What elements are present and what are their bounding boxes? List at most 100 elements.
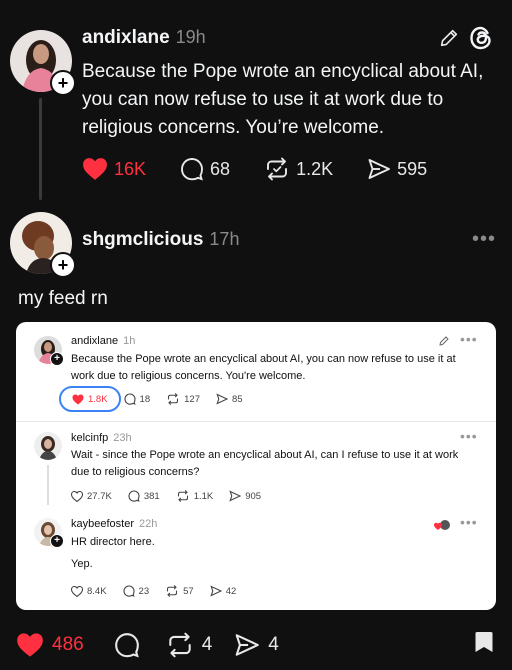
embed-a-time: 1h (123, 335, 136, 347)
post2-time: 17h (209, 229, 240, 249)
embed-b-reposts: 1.1K (176, 490, 214, 502)
repost-icon (176, 490, 190, 502)
embed-a-replies: 18 (123, 393, 151, 405)
repost-icon (264, 157, 290, 181)
post2-reply-button[interactable] (114, 632, 140, 658)
post2-repost-button[interactable]: 4 (166, 632, 213, 658)
comment-icon (180, 157, 204, 181)
embed-a-share-count: 85 (231, 393, 243, 405)
heart-icon (71, 490, 83, 502)
embed-b-share-count: 905 (245, 490, 262, 502)
embed-b-reply-count: 381 (143, 490, 160, 502)
embed-a-header: andixlane 1h (71, 335, 135, 347)
comment-icon (128, 490, 140, 502)
embed-b-like-count: 27.7K (87, 490, 112, 502)
post1-like-count: 16K (114, 158, 147, 179)
repost-icon (166, 393, 180, 405)
thread-line (39, 98, 42, 200)
post1-actions: 16K 68 1.2K 595 (82, 157, 427, 181)
post2-like-button[interactable]: 486 (16, 632, 84, 658)
post1-reply-count: 68 (210, 158, 231, 179)
embed-b-actions: 27.7K 381 1.1K 905 (71, 490, 261, 502)
heart-filled-icon (16, 632, 44, 658)
embed-a-more-icon: ••• (460, 331, 478, 347)
embed-a-text: Because the Pope wrote an encyclical abo… (71, 353, 456, 382)
embed-b-more-icon: ••• (460, 428, 478, 444)
bookmark-icon[interactable] (474, 630, 494, 659)
post2-share-count: 4 (268, 633, 279, 655)
embed-c-username: kaybeefoster (71, 518, 134, 530)
embed-a-likes: 1.8K (72, 393, 108, 405)
send-icon (210, 585, 222, 597)
embed-c-time: 22h (138, 518, 158, 530)
embed-c-reply-count: 23 (138, 585, 150, 597)
post2-username[interactable]: shgmclicious (82, 229, 203, 251)
embed-c-replies: 23 (122, 585, 150, 597)
post2-header: shgmclicious 17h (82, 229, 239, 251)
post1-header: andixlane 19h (82, 27, 206, 49)
embed-c-line1: HR director here. (71, 536, 155, 548)
post1-time: 19h (175, 27, 206, 47)
embed-c-more-icon: ••• (460, 514, 478, 530)
post1-text: Because the Pope wrote an encyclical abo… (82, 61, 484, 138)
post1-share-button[interactable]: 595 (367, 157, 427, 181)
embed-a-actions: 1.8K 18 127 85 (72, 393, 243, 405)
embed-a-reply-count: 18 (139, 393, 151, 405)
embed-c-reposts: 57 (165, 585, 194, 597)
post2-like-count: 486 (52, 633, 84, 655)
repost-icon (165, 585, 179, 597)
send-icon (367, 157, 391, 181)
post1-like-button[interactable]: 16K (82, 157, 146, 181)
embed-b-replies: 381 (128, 490, 160, 502)
post1-username[interactable]: andixlane (82, 27, 170, 49)
embed-b-text: Wait - since the Pope wrote an encyclica… (71, 449, 459, 478)
threads-logo-icon (468, 25, 494, 56)
embed-c-liked-avatar-icon (434, 518, 450, 536)
embed-plus-icon: + (50, 534, 64, 548)
post2-more-icon[interactable]: ••• (472, 228, 496, 251)
embed-b-username: kelcinfp (71, 432, 109, 444)
post2-actions: 486 4 4 (16, 630, 496, 659)
embed-c-shares: 42 (210, 585, 237, 597)
embed-c-actions: 8.4K 23 57 42 (71, 585, 236, 597)
heart-filled-icon (82, 157, 108, 181)
embed-b-header: kelcinfp 23h (71, 432, 132, 444)
heart-icon (71, 585, 83, 597)
embed-b-likes: 27.7K (71, 490, 112, 502)
embed-c-line2: Yep. (71, 558, 93, 570)
send-icon (229, 490, 242, 502)
post1-repost-count: 1.2K (296, 158, 334, 179)
follow-andixlane-button[interactable]: + (50, 70, 76, 96)
post2-share-button[interactable]: 4 (234, 632, 279, 658)
embed-b-repost-count: 1.1K (193, 490, 214, 502)
embed-avatar-kelcinfp (34, 432, 62, 460)
embed-c-header: kaybeefoster 22h (71, 518, 157, 530)
comment-icon (114, 632, 140, 658)
embed-b-time: 23h (113, 432, 132, 444)
post1-repost-button[interactable]: 1.2K (264, 157, 333, 181)
follow-shgmclicious-button[interactable]: + (50, 252, 76, 278)
embed-a-reposts: 127 (166, 393, 200, 405)
comment-icon (122, 585, 135, 597)
embed-b-shares: 905 (229, 490, 261, 502)
post1-share-count: 595 (397, 158, 428, 179)
comment-icon (123, 393, 136, 405)
embed-c-likes: 8.4K (71, 585, 107, 597)
heart-filled-icon (72, 394, 84, 405)
embed-edit-icon (438, 334, 450, 352)
embed-c-like-count: 8.4K (87, 585, 107, 597)
embed-divider (16, 421, 496, 422)
edit-icon[interactable] (438, 27, 460, 54)
post2-repost-count: 4 (201, 633, 213, 655)
send-icon (216, 393, 228, 405)
embed-c-repost-count: 57 (183, 585, 194, 597)
embedded-screenshot[interactable]: + andixlane 1h ••• Because the Pope wrot… (16, 322, 496, 610)
post2-text: my feed rn (18, 288, 108, 309)
embed-plus-icon: + (50, 352, 64, 366)
embed-a-repost-count: 127 (184, 393, 200, 405)
embed-c-share-count: 42 (225, 585, 237, 597)
embed-a-username: andixlane (71, 335, 119, 347)
post1-reply-button[interactable]: 68 (180, 157, 230, 181)
send-icon (234, 632, 260, 658)
repost-icon (166, 632, 194, 658)
